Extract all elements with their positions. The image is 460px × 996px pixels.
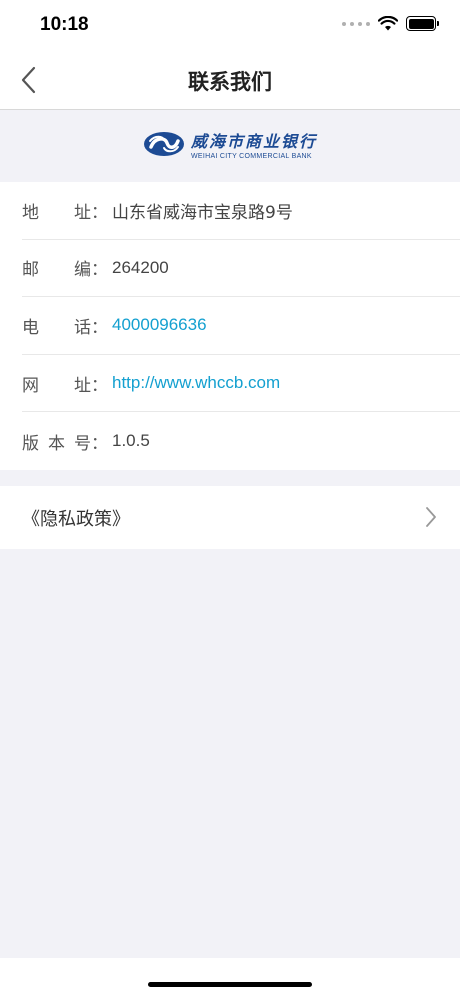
contact-info-list: 地 址： 山东省威海市宝泉路9号 邮 编： 264200 电 话： 400009… (0, 182, 460, 470)
screen: 10:18 联系我们 威海市商业银行 WEIHAI CITY COMMERCIA… (0, 0, 460, 996)
cellular-signal-icon (342, 21, 370, 26)
phone-label: 电 话： (22, 317, 108, 338)
bank-name-en: WEIHAI CITY COMMERCIAL BANK (190, 152, 312, 160)
website-label: 网 址： (22, 375, 108, 396)
postal-code-row: 邮 编： 264200 (22, 240, 460, 298)
battery-icon (406, 16, 439, 31)
status-indicators (342, 16, 439, 31)
postal-code-label: 邮 编： (22, 260, 108, 281)
bank-name-cn: 威海市商业银行 (190, 131, 317, 151)
bank-emblem-icon (143, 131, 184, 156)
version-row: 版 本 号： 1.0.5 (22, 412, 460, 470)
version-label: 版 本 号： (22, 433, 108, 454)
privacy-policy-label: 《隐私政策》 (22, 508, 130, 530)
chevron-right-icon (426, 507, 436, 527)
home-indicator-area (0, 958, 460, 996)
phone-row: 电 话： 4000096636 (22, 297, 460, 355)
logo-band: 威海市商业银行 WEIHAI CITY COMMERCIAL BANK (0, 111, 460, 182)
status-time: 10:18 (40, 14, 89, 35)
nav-bar: 联系我们 (0, 50, 460, 110)
wifi-icon (378, 16, 398, 31)
phone-link[interactable]: 4000096636 (112, 315, 207, 335)
page-title: 联系我们 (188, 70, 272, 94)
bank-logo: 威海市商业银行 WEIHAI CITY COMMERCIAL BANK (143, 128, 317, 160)
privacy-policy-row[interactable]: 《隐私政策》 (0, 486, 460, 549)
status-bar: 10:18 (0, 0, 460, 50)
address-value: 山东省威海市宝泉路9号 (112, 202, 293, 223)
postal-code-value: 264200 (112, 257, 169, 277)
website-link[interactable]: http://www.whccb.com (112, 373, 280, 393)
home-indicator[interactable] (148, 982, 312, 987)
address-label: 地 址： (22, 202, 108, 223)
version-value: 1.0.5 (112, 431, 150, 451)
address-row: 地 址： 山东省威海市宝泉路9号 (22, 182, 460, 240)
website-row: 网 址： http://www.whccb.com (22, 355, 460, 413)
